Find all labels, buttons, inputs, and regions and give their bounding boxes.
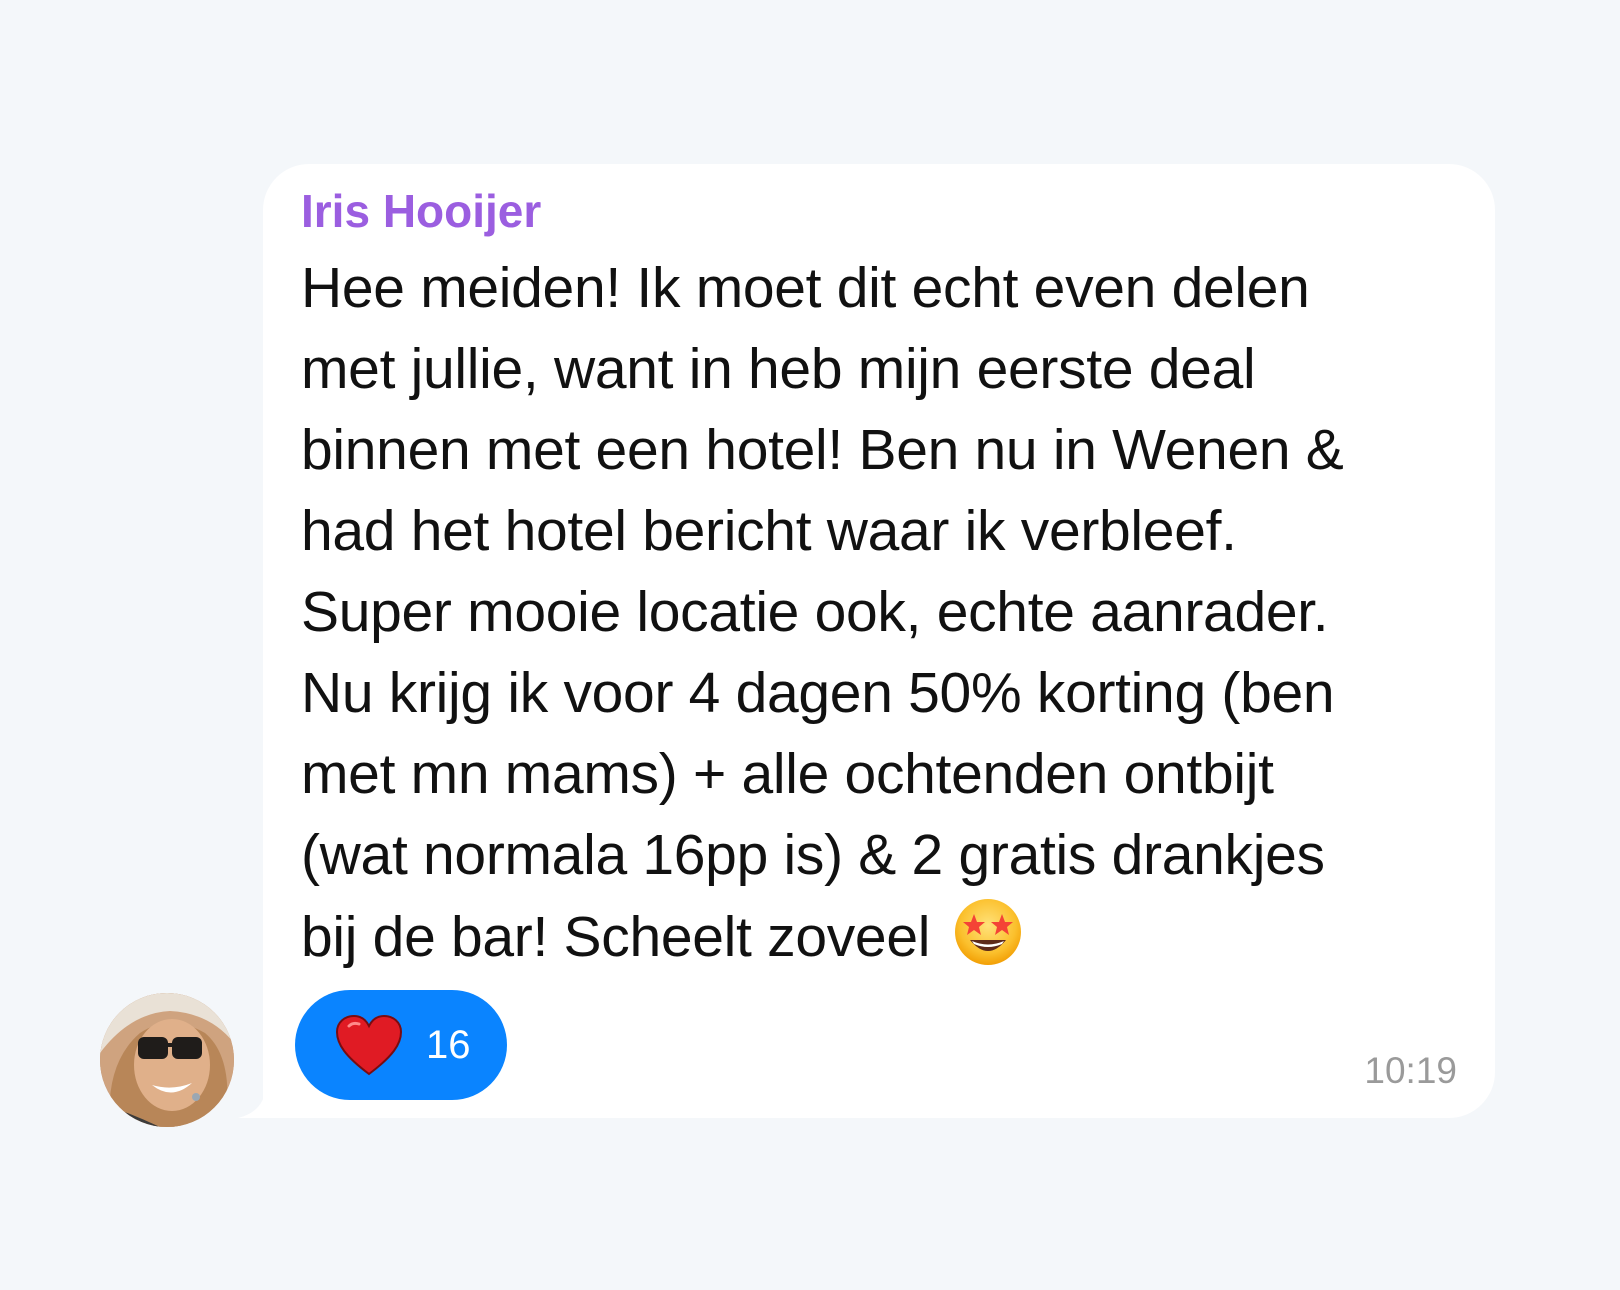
message-line: met jullie, want in heb mijn eerste deal <box>301 337 1256 401</box>
message-line: had het hotel bericht waar ik verbleef. <box>301 499 1237 563</box>
message-bubble[interactable]: Iris Hooijer Hee meiden! Ik moet dit ech… <box>263 164 1495 1118</box>
sender-name[interactable]: Iris Hooijer <box>301 188 541 234</box>
message-line-text: bij de bar! Scheelt zoveel <box>301 905 931 969</box>
message-text: Hee meiden! Ik moet dit echt even delen … <box>301 248 1461 978</box>
sender-avatar[interactable] <box>100 993 234 1127</box>
star-struck-emoji <box>954 899 1021 965</box>
heart-icon <box>335 1014 403 1076</box>
reaction-count: 16 <box>426 1023 471 1067</box>
message-line: (wat normala 16pp is) & 2 gratis drankje… <box>301 823 1325 887</box>
avatar-photo <box>100 993 234 1127</box>
message-line: Nu krijg ik voor 4 dagen 50% korting (be… <box>301 661 1335 725</box>
message-line: met mn mams) + alle ochtenden ontbijt <box>301 742 1274 806</box>
heart-reaction-button[interactable]: 16 <box>295 990 507 1100</box>
message-line: Hee meiden! Ik moet dit echt even delen <box>301 256 1310 320</box>
message-line: Super mooie locatie ook, echte aanrader. <box>301 580 1329 644</box>
message-line: binnen met een hotel! Ben nu in Wenen & <box>301 418 1344 482</box>
message-timestamp: 10:19 <box>1364 1050 1457 1091</box>
message-line-last: bij de bar! Scheelt zoveel <box>301 896 1461 978</box>
